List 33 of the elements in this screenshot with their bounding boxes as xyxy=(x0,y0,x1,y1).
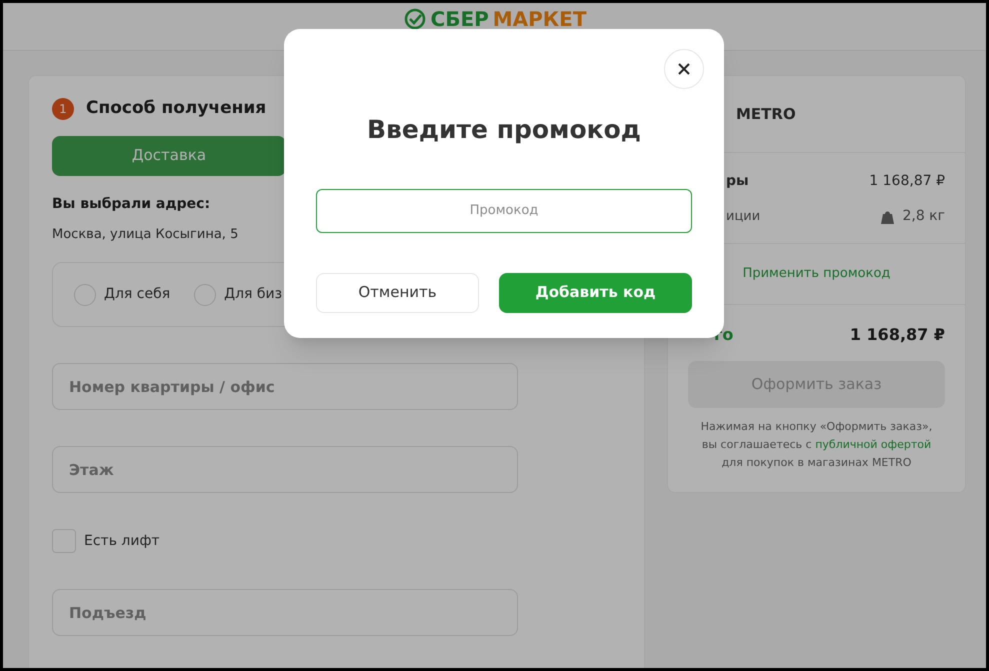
checkbox-label: Есть лифт xyxy=(84,532,160,550)
radio-label: Для биз xyxy=(224,285,282,304)
store-name: METRO xyxy=(736,104,796,125)
cancel-button[interactable]: Отменить xyxy=(316,272,479,312)
step-badge: 1 xyxy=(52,98,74,120)
radio-button[interactable] xyxy=(194,284,216,306)
add-code-button[interactable]: Добавить код xyxy=(499,272,692,312)
total-amount: 1 168,87 ₽ xyxy=(850,324,945,346)
goods-label: ры xyxy=(726,172,749,191)
promo-input[interactable]: Промокод xyxy=(316,188,692,232)
goods-total: 1 168,87 ₽ xyxy=(869,172,945,191)
delivery-button[interactable]: Доставка xyxy=(52,136,286,176)
section-title: Способ получения xyxy=(86,97,266,120)
weight-text: 2,8 кг xyxy=(902,207,945,226)
check-circle-icon xyxy=(402,7,427,31)
address-label: Вы выбрали адрес: xyxy=(52,194,210,214)
weight-icon xyxy=(881,210,894,224)
disclaimer-text: Нажимая на кнопку «Оформить заказ», вы соглашаетесь с публичной офертой для покупок в магазинах METRO xyxy=(700,419,934,471)
radio-button[interactable] xyxy=(74,284,96,306)
checkbox[interactable] xyxy=(52,529,76,553)
checkout-button[interactable]: Оформить заказ xyxy=(688,361,945,408)
logo[interactable]: СБЕР МАРКЕТ xyxy=(402,7,586,31)
public-offer-link[interactable]: публичной офертой xyxy=(815,438,932,451)
input-field[interactable]: Номер квартиры / офис xyxy=(52,363,518,410)
dialog-title: Введите промокод xyxy=(367,114,641,146)
close-icon xyxy=(677,62,691,76)
address-text: Москва, улица Косыгина, 5 xyxy=(52,226,238,244)
positions-label: иции xyxy=(726,208,760,226)
radio-label: Для себя xyxy=(104,285,170,304)
apply-promo-link[interactable]: Применить промокод xyxy=(742,264,890,284)
input-field[interactable]: Этаж xyxy=(52,446,518,493)
close-button[interactable] xyxy=(664,49,704,89)
input-field[interactable]: Подъезд xyxy=(52,589,518,636)
